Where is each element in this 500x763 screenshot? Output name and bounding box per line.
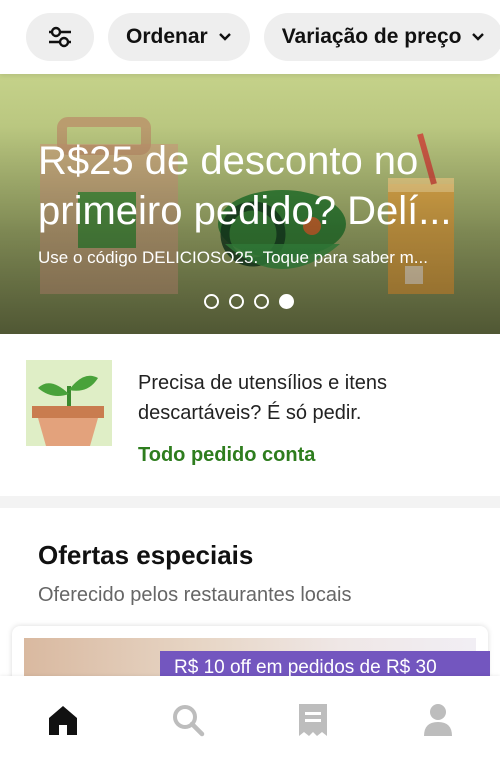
plant-illustration <box>26 360 112 446</box>
bottom-navigation <box>0 676 500 763</box>
banner-title-line2: primeiro pedido? Delí... <box>38 189 452 233</box>
nav-home[interactable] <box>33 690 93 750</box>
section-divider <box>0 496 500 508</box>
utensils-link[interactable]: Todo pedido conta <box>138 444 315 467</box>
offers-subtitle: Oferecido pelos restaurantes locais <box>38 584 352 606</box>
banner-title-line1: R$25 de desconto no <box>38 139 419 183</box>
chevron-down-icon <box>218 32 232 42</box>
nav-search[interactable] <box>158 690 218 750</box>
carousel-dot[interactable] <box>229 294 244 309</box>
banner-subtitle: Use o código DELICIOSO25. Toque para sab… <box>38 248 428 267</box>
search-icon <box>172 704 204 736</box>
receipt-icon <box>298 703 327 736</box>
filter-settings-button[interactable] <box>26 13 94 61</box>
sort-dropdown[interactable]: Ordenar <box>108 13 250 61</box>
carousel-dot[interactable] <box>204 294 219 309</box>
promo-banner[interactable]: R$25 de desconto no primeiro pedido? Del… <box>0 74 500 334</box>
carousel-dot-active[interactable] <box>279 294 294 309</box>
carousel-dot[interactable] <box>254 294 269 309</box>
nav-account[interactable] <box>408 690 468 750</box>
sort-label: Ordenar <box>126 25 208 48</box>
account-icon <box>423 703 452 736</box>
utensils-promo[interactable]: Precisa de utensílios e itens descartáve… <box>0 334 500 496</box>
price-range-label: Variação de preço <box>281 25 462 48</box>
filter-bar: Ordenar Variação de preço <box>0 0 500 74</box>
utensils-text: Precisa de utensílios e itens descartáve… <box>138 372 388 424</box>
price-range-dropdown[interactable]: Variação de preço <box>263 13 500 61</box>
carousel-indicator <box>204 294 294 309</box>
offers-title: Ofertas especiais <box>38 540 254 570</box>
sliders-icon <box>49 26 71 48</box>
chevron-down-icon <box>471 32 485 42</box>
home-icon <box>48 705 77 735</box>
nav-orders[interactable] <box>283 690 343 750</box>
plant-pot-icon <box>32 375 104 446</box>
